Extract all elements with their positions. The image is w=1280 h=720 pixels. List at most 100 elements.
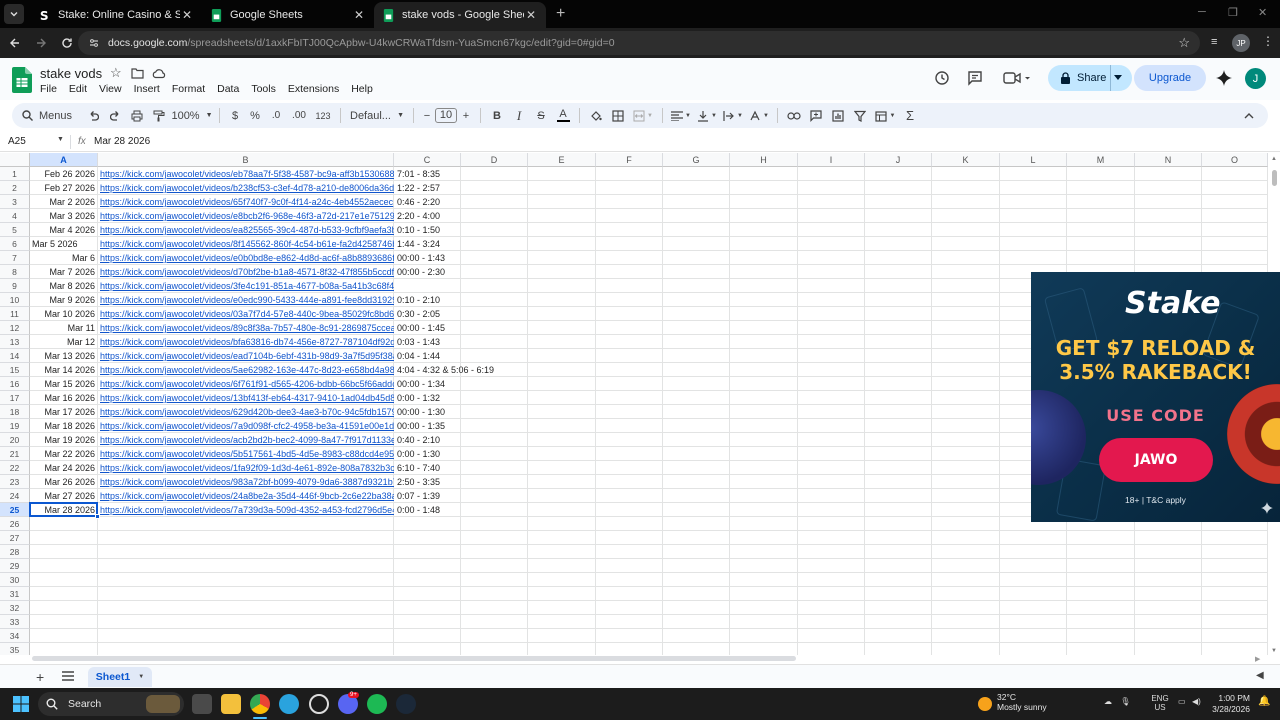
- comments-icon[interactable]: [967, 70, 983, 86]
- vertical-align-button[interactable]: ▼: [694, 103, 720, 128]
- timestamp-cell[interactable]: 7:01 - 8:35: [394, 167, 461, 181]
- maximize-icon[interactable]: ❐: [1228, 6, 1238, 19]
- decrease-font-size-button[interactable]: −: [419, 103, 435, 128]
- decrease-decimal-button[interactable]: .0: [265, 103, 287, 128]
- extensions-icon[interactable]: ≡: [1211, 36, 1217, 48]
- date-cell[interactable]: Mar 24 2026: [30, 461, 98, 475]
- url-field[interactable]: docs.google.com/spreadsheets/d/1axkFbITJ…: [78, 31, 1200, 55]
- row-header-34[interactable]: 34: [0, 629, 30, 643]
- name-box[interactable]: A25: [8, 136, 26, 147]
- zoom-select[interactable]: 100% ▼: [170, 103, 214, 128]
- row-header-27[interactable]: 27: [0, 531, 30, 545]
- text-wrap-button[interactable]: ▼: [720, 103, 746, 128]
- profile-avatar[interactable]: JP: [1232, 34, 1250, 52]
- forward-button[interactable]: [28, 30, 54, 56]
- row-header-19[interactable]: 19: [0, 419, 30, 433]
- menu-insert[interactable]: Insert: [134, 83, 160, 95]
- language-indicator[interactable]: ENG US: [1150, 694, 1170, 712]
- row-header-6[interactable]: 6: [0, 237, 30, 251]
- row-header-9[interactable]: 9: [0, 279, 30, 293]
- row-header-35[interactable]: 35: [0, 643, 30, 655]
- formula-input[interactable]: Mar 28 2026: [94, 136, 150, 147]
- menu-help[interactable]: Help: [351, 83, 373, 95]
- vod-link-cell[interactable]: https://kick.com/jawocolet/videos/bfa638…: [98, 335, 394, 349]
- reload-button[interactable]: [54, 30, 80, 56]
- date-cell[interactable]: Mar 15 2026: [30, 377, 98, 391]
- document-title[interactable]: stake vods: [40, 66, 102, 81]
- vod-link-cell[interactable]: https://kick.com/jawocolet/videos/e0b0bd…: [98, 251, 394, 265]
- row-header-17[interactable]: 17: [0, 391, 30, 405]
- column-header-o[interactable]: O: [1202, 153, 1268, 167]
- timestamp-cell[interactable]: 00:00 - 1:43: [394, 251, 461, 265]
- close-icon[interactable]: ✕: [524, 8, 538, 22]
- column-header-k[interactable]: K: [932, 153, 1000, 167]
- row-header-29[interactable]: 29: [0, 559, 30, 573]
- vod-link-cell[interactable]: https://kick.com/jawocolet/videos/e8bcb2…: [98, 209, 394, 223]
- timestamp-cell[interactable]: 2:20 - 4:00: [394, 209, 461, 223]
- date-cell[interactable]: Mar 19 2026: [30, 433, 98, 447]
- row-header-20[interactable]: 20: [0, 433, 30, 447]
- timestamp-cell[interactable]: 0:30 - 2:05: [394, 307, 461, 321]
- timestamp-cell[interactable]: 0:00 - 1:30: [394, 447, 461, 461]
- vod-link-cell[interactable]: https://kick.com/jawocolet/videos/7a739d…: [98, 503, 394, 517]
- sheet-tab-sheet1[interactable]: Sheet1 ▼: [88, 667, 152, 687]
- menu-extensions[interactable]: Extensions: [288, 83, 339, 95]
- italic-button[interactable]: I: [508, 103, 530, 128]
- row-header-31[interactable]: 31: [0, 587, 30, 601]
- browser-menu-icon[interactable]: ⋮: [1262, 34, 1274, 48]
- collapse-menus-button[interactable]: [1240, 103, 1258, 128]
- row-header-16[interactable]: 16: [0, 377, 30, 391]
- stake-advertisement[interactable]: Stake GET $7 RELOAD & 3.5% RAKEBACK! USE…: [1031, 272, 1280, 522]
- row-header-22[interactable]: 22: [0, 461, 30, 475]
- currency-format-button[interactable]: $: [225, 103, 245, 128]
- insert-link-button[interactable]: [783, 103, 805, 128]
- percent-format-button[interactable]: %: [245, 103, 265, 128]
- date-cell[interactable]: Mar 6: [30, 251, 98, 265]
- vod-link-cell[interactable]: https://kick.com/jawocolet/videos/1fa92f…: [98, 461, 394, 475]
- vod-link-cell[interactable]: https://kick.com/jawocolet/videos/13bf41…: [98, 391, 394, 405]
- timestamp-cell[interactable]: 00:00 - 1:30: [394, 405, 461, 419]
- vod-link-cell[interactable]: https://kick.com/jawocolet/videos/983a72…: [98, 475, 394, 489]
- increase-font-size-button[interactable]: +: [457, 103, 475, 128]
- windows-start-icon[interactable]: [13, 696, 29, 712]
- task-view-icon[interactable]: [192, 694, 212, 714]
- vod-link-cell[interactable]: https://kick.com/jawocolet/videos/65f740…: [98, 195, 394, 209]
- row-header-4[interactable]: 4: [0, 209, 30, 223]
- row-header-26[interactable]: 26: [0, 517, 30, 531]
- version-history-icon[interactable]: [934, 70, 950, 86]
- browser-tab-stake-vods[interactable]: stake vods - Google Sheets ✕: [374, 2, 546, 28]
- date-cell[interactable]: Mar 17 2026: [30, 405, 98, 419]
- timestamp-cell[interactable]: 00:00 - 2:30: [394, 265, 461, 279]
- date-cell[interactable]: Mar 9 2026: [30, 293, 98, 307]
- borders-button[interactable]: [607, 103, 629, 128]
- sheets-logo-icon[interactable]: [12, 67, 32, 93]
- vod-link-cell[interactable]: https://kick.com/jawocolet/videos/5ae629…: [98, 363, 394, 377]
- menu-format[interactable]: Format: [172, 83, 205, 95]
- functions-button[interactable]: Σ: [899, 103, 921, 128]
- menu-edit[interactable]: Edit: [69, 83, 87, 95]
- column-header-i[interactable]: I: [798, 153, 865, 167]
- vod-link-cell[interactable]: https://kick.com/jawocolet/videos/6f761f…: [98, 377, 394, 391]
- vod-link-cell[interactable]: https://kick.com/jawocolet/videos/5b5175…: [98, 447, 394, 461]
- close-icon[interactable]: ✕: [180, 8, 194, 22]
- steam-icon[interactable]: [396, 694, 416, 714]
- timestamp-cell[interactable]: 0:10 - 2:10: [394, 293, 461, 307]
- timestamp-cell[interactable]: 0:00 - 1:32: [394, 391, 461, 405]
- network-icon[interactable]: ▭: [1178, 697, 1186, 706]
- vod-link-cell[interactable]: https://kick.com/jawocolet/videos/eb78aa…: [98, 167, 394, 181]
- timestamp-cell[interactable]: 6:10 - 7:40: [394, 461, 461, 475]
- vod-link-cell[interactable]: https://kick.com/jawocolet/videos/89c8f3…: [98, 321, 394, 335]
- close-icon[interactable]: ✕: [352, 8, 366, 22]
- text-rotation-button[interactable]: ▼: [746, 103, 772, 128]
- user-avatar[interactable]: J: [1245, 68, 1266, 89]
- vod-link-cell[interactable]: https://kick.com/jawocolet/videos/e0edc9…: [98, 293, 394, 307]
- meet-icon[interactable]: [1003, 71, 1033, 85]
- row-header-10[interactable]: 10: [0, 293, 30, 307]
- timestamp-cell[interactable]: 1:44 - 3:24: [394, 237, 461, 251]
- date-cell[interactable]: Mar 4 2026: [30, 223, 98, 237]
- onedrive-icon[interactable]: ☁: [1104, 697, 1112, 706]
- browser-tab-sheets[interactable]: Google Sheets ✕: [202, 2, 374, 28]
- date-cell[interactable]: Mar 2 2026: [30, 195, 98, 209]
- upgrade-button[interactable]: Upgrade: [1134, 65, 1206, 91]
- column-header-e[interactable]: E: [528, 153, 596, 167]
